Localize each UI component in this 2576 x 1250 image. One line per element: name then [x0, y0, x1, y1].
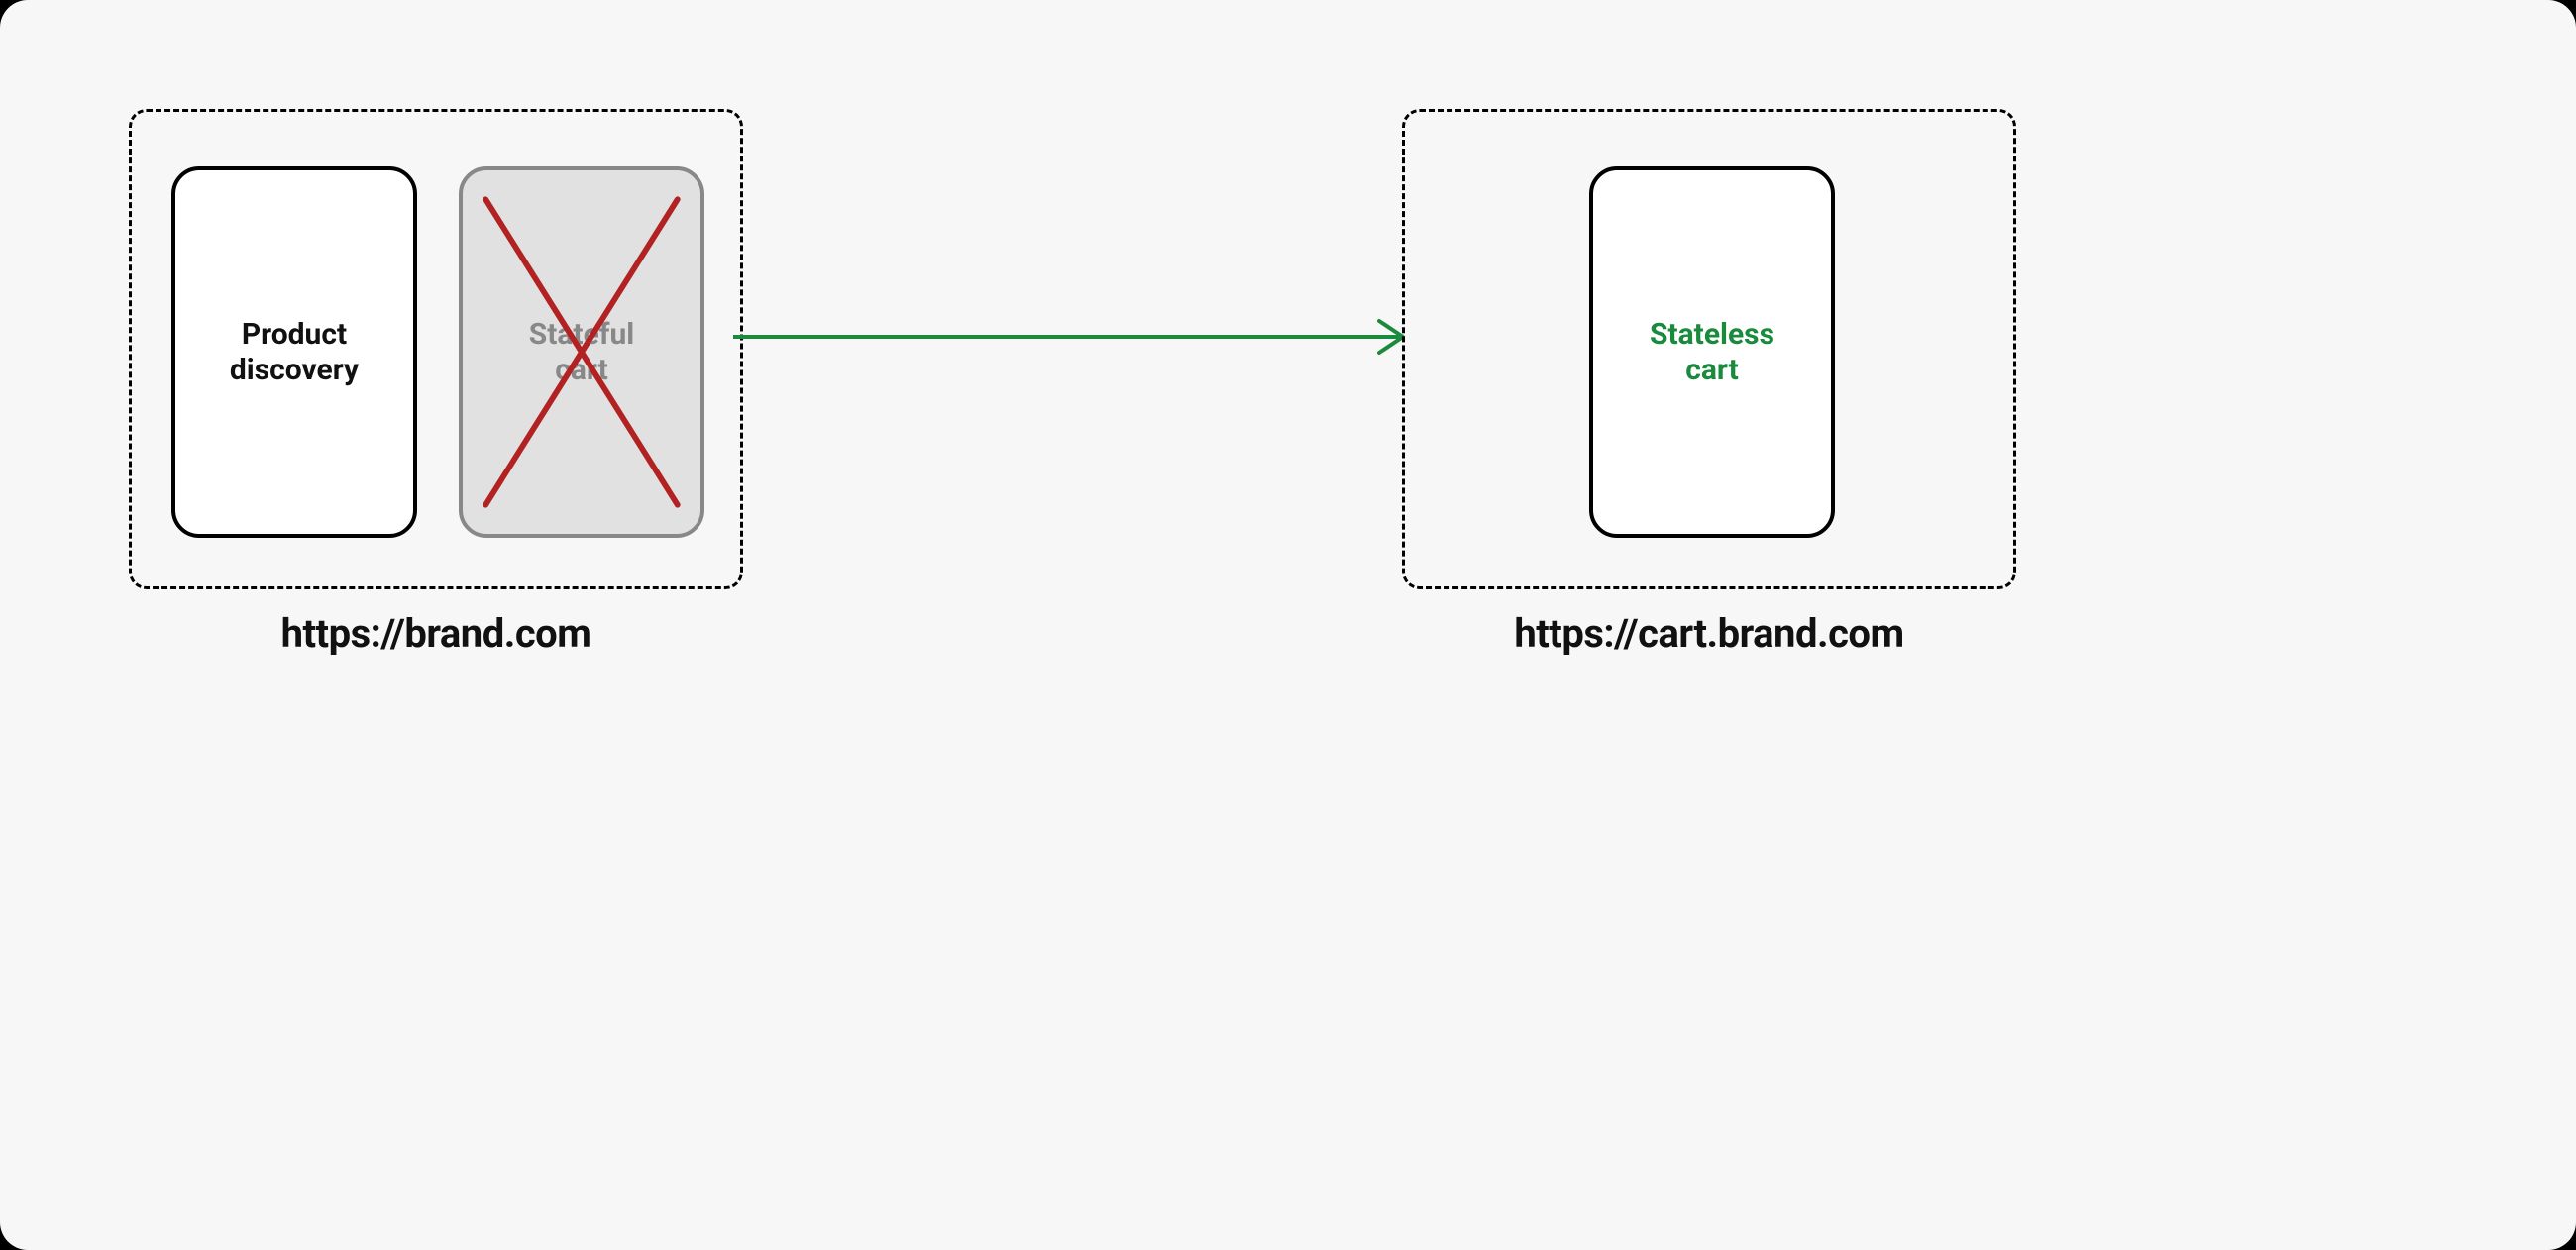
zone-brand-url: https://brand.com: [132, 586, 740, 657]
card-product-discovery: Productdiscovery: [171, 166, 417, 538]
zone-brand: Productdiscovery Statefulcart https://br…: [129, 109, 743, 589]
card-product-discovery-label: Productdiscovery: [230, 317, 359, 388]
card-stateful-cart-label: Statefulcart: [529, 317, 635, 388]
card-stateless-cart: Statelesscart: [1589, 166, 1835, 538]
card-stateless-cart-label: Statelesscart: [1650, 317, 1774, 388]
zone-cart-brand: Statelesscart https://cart.brand.com: [1402, 109, 2016, 589]
arrow-right-icon: [733, 317, 1417, 357]
transition-arrow: [733, 317, 1417, 357]
card-stateful-cart: Statefulcart: [459, 166, 704, 538]
zone-cart-brand-url: https://cart.brand.com: [1405, 586, 2013, 657]
diagram-canvas: Productdiscovery Statefulcart https://br…: [0, 0, 2576, 1250]
